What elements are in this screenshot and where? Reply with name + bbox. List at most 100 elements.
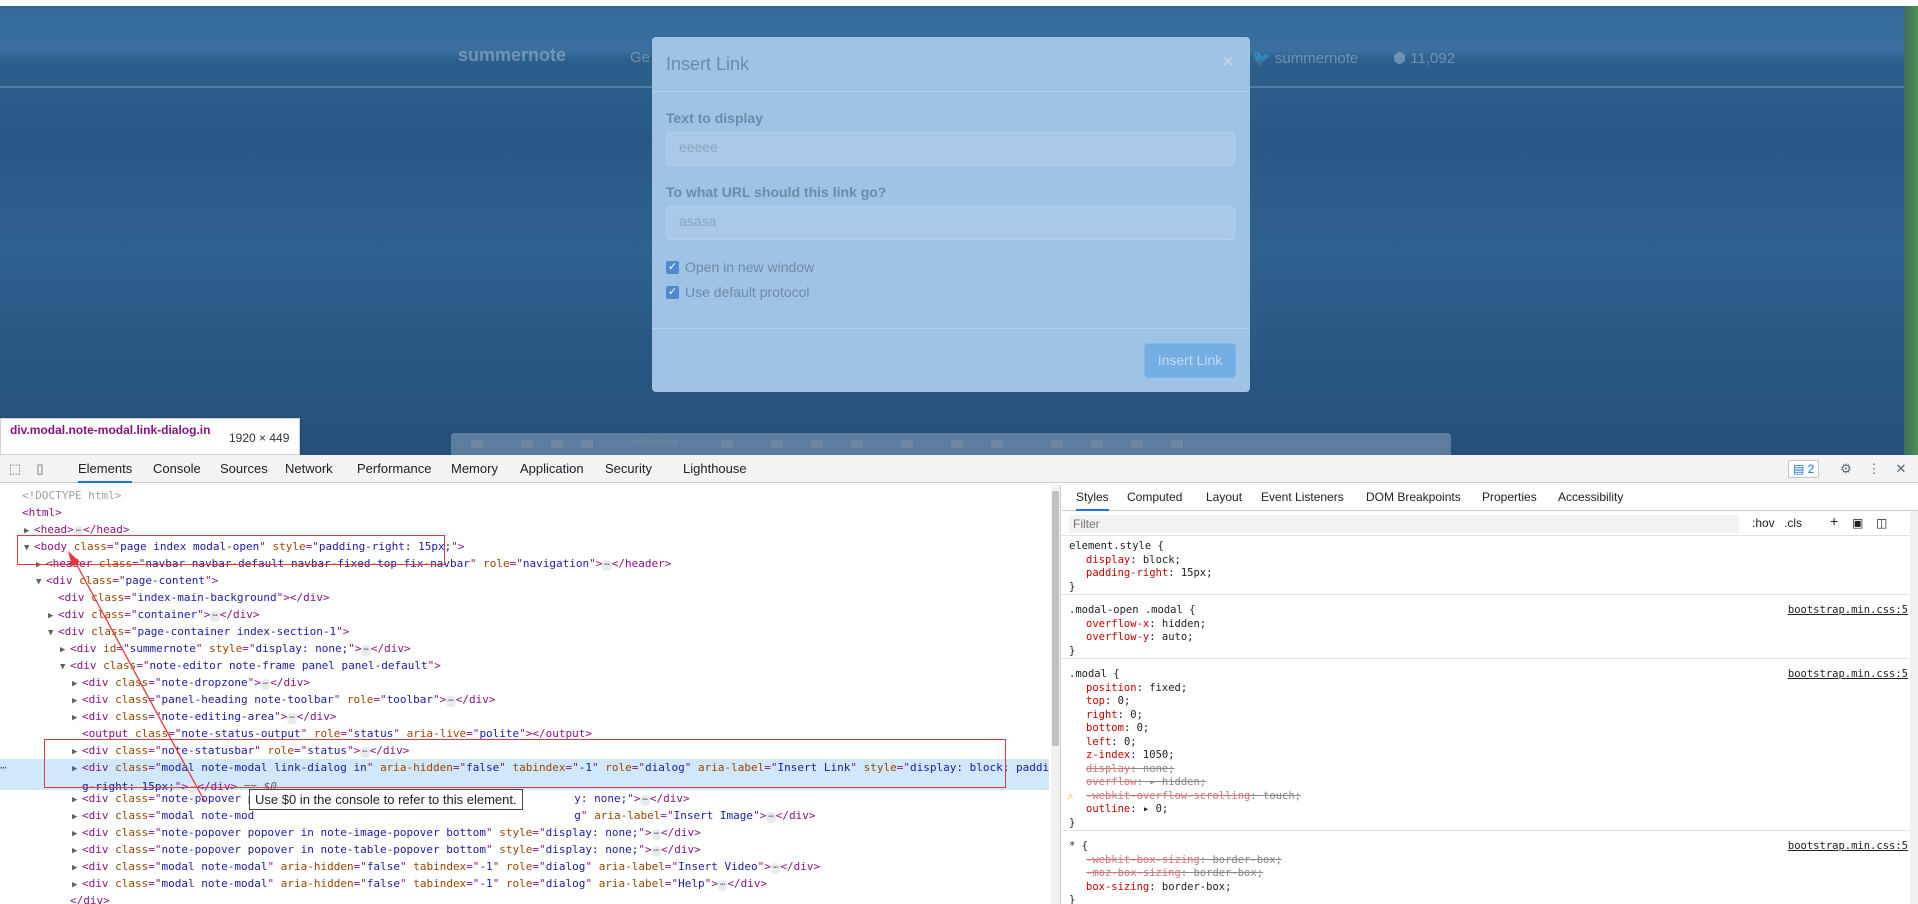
dom-node[interactable]: ▶ <div class="note-popover popover in not… <box>0 824 1049 841</box>
dom-node-selected[interactable]: ⋯ ▶ <div class="modal note-modal link-dial… <box>0 759 1049 794</box>
dom-node[interactable]: <!DOCTYPE html> <box>0 487 1049 504</box>
paint-brush-icon[interactable]: ▣ <box>1852 516 1863 530</box>
styles-tab-accessibility[interactable]: Accessibility <box>1558 484 1623 511</box>
inspect-element-icon[interactable]: ⬚ <box>7 461 23 477</box>
tab-network[interactable]: Network <box>285 455 333 483</box>
dom-node[interactable]: ▶ <div class="note-popover popover in not… <box>0 841 1049 858</box>
css-property-name[interactable]: overflow <box>1086 776 1137 788</box>
stylesheet-source-link[interactable]: bootstrap.min.css:5 <box>1788 604 1908 616</box>
dom-node[interactable]: ▼ <div class="note-editor note-frame pane… <box>0 657 1049 674</box>
dom-node[interactable]: ▼ <div class="page-container index-sectio… <box>0 623 1049 640</box>
more-options-icon[interactable]: ⋮ <box>1866 461 1882 477</box>
dom-node[interactable]: ▶ <div class="note-popover p y: none;"> ⋯ </… <box>0 790 1049 807</box>
css-property-value[interactable]: block; <box>1143 554 1181 566</box>
css-property-name[interactable]: display <box>1086 763 1130 775</box>
checkbox-checked-icon[interactable]: ✓ <box>666 260 679 274</box>
css-property-value[interactable]: ▸ 0; <box>1143 803 1168 815</box>
styles-tab-properties[interactable]: Properties <box>1482 484 1537 511</box>
dom-node[interactable]: ▼ <div class="page-content"> <box>0 572 1049 589</box>
url-input[interactable]: asasa <box>666 206 1235 240</box>
tab-performance[interactable]: Performance <box>357 455 431 483</box>
css-declaration[interactable]: box-sizing: border-box; <box>1062 881 1910 895</box>
tab-memory[interactable]: Memory <box>451 455 498 483</box>
css-property-value[interactable]: hidden; <box>1162 618 1206 630</box>
dom-node[interactable]: ▶ <div class="panel-heading note-toolbar"… <box>0 691 1049 708</box>
dom-tree-scrollbar[interactable] <box>1051 485 1060 904</box>
panel-divider[interactable] <box>1060 485 1061 904</box>
css-property-name[interactable]: -webkit-overflow-scrolling <box>1086 790 1250 802</box>
close-icon[interactable]: ✕ <box>1893 461 1909 477</box>
css-declaration[interactable]: ⚠ -webkit-overflow-scrolling: touch; <box>1062 790 1910 804</box>
css-selector[interactable]: .modal-open .modal { <box>1062 604 1910 618</box>
css-property-value[interactable]: border-box; <box>1162 881 1232 893</box>
dom-node[interactable]: ▶ <div class="note-statusbar" role="statu… <box>0 742 1049 759</box>
styles-tab-layout[interactable]: Layout <box>1206 484 1242 511</box>
css-property-name[interactable]: overflow-y <box>1086 631 1149 643</box>
css-declaration[interactable]: -moz-box-sizing: border-box; <box>1062 867 1910 881</box>
open-new-window-checkbox[interactable]: ✓ Open in new window <box>666 259 814 275</box>
css-selector[interactable]: * { <box>1062 840 1910 854</box>
css-property-name[interactable]: bottom <box>1086 722 1124 734</box>
css-property-name[interactable]: padding-right <box>1086 567 1168 579</box>
css-property-value[interactable]: border-box; <box>1193 867 1263 879</box>
toggle-sidebar-icon[interactable]: ◫ <box>1876 516 1887 530</box>
styles-scrollbar[interactable] <box>1910 511 1918 904</box>
css-declaration[interactable]: position: fixed; <box>1062 682 1910 696</box>
tab-application[interactable]: Application <box>520 455 584 483</box>
css-declaration[interactable]: padding-right: 15px; <box>1062 567 1910 581</box>
tab-elements[interactable]: Elements <box>78 455 133 483</box>
css-declaration[interactable]: display: block; <box>1062 554 1910 568</box>
dom-node[interactable]: ▶ <div class="modal note-modal" aria-hidd… <box>0 858 1049 875</box>
css-declaration[interactable]: top: 0; <box>1062 695 1910 709</box>
css-property-name[interactable]: -webkit-box-sizing <box>1086 854 1200 866</box>
css-declaration[interactable]: overflow: ▸ hidden; <box>1062 776 1910 790</box>
close-icon[interactable]: × <box>1222 51 1234 74</box>
css-property-value[interactable]: none; <box>1143 763 1175 775</box>
insert-link-button[interactable]: Insert Link <box>1144 343 1236 378</box>
css-selector[interactable]: .modal { <box>1062 668 1910 682</box>
css-property-value[interactable]: 0; <box>1118 695 1131 707</box>
css-property-value[interactable]: touch; <box>1263 790 1301 802</box>
tab-security[interactable]: Security <box>605 455 652 483</box>
default-protocol-checkbox[interactable]: ✓ Use default protocol <box>666 284 810 300</box>
stylesheet-source-link[interactable]: bootstrap.min.css:5 <box>1788 840 1908 852</box>
dom-node[interactable]: </div> <box>0 892 1049 904</box>
styles-tab-computed[interactable]: Computed <box>1127 484 1182 511</box>
device-toolbar-icon[interactable]: ▯ <box>32 461 48 477</box>
css-declaration[interactable]: outline: ▸ 0; <box>1062 803 1910 817</box>
dom-node[interactable]: ▶ <div class="modal note-modal" aria-hidd… <box>0 875 1049 892</box>
css-property-value[interactable]: 0; <box>1130 709 1143 721</box>
css-property-name[interactable]: left <box>1086 736 1111 748</box>
more-actions-icon[interactable]: ⋯ <box>0 759 7 776</box>
styles-tab-event-listeners[interactable]: Event Listeners <box>1261 484 1344 511</box>
css-property-value[interactable]: 15px; <box>1181 567 1213 579</box>
css-property-value[interactable]: border-box; <box>1212 854 1282 866</box>
dom-node[interactable]: ▶ <div id="summernote" style="display: no… <box>0 640 1049 657</box>
tab-lighthouse[interactable]: Lighthouse <box>683 455 747 483</box>
css-property-name[interactable]: box-sizing <box>1086 881 1149 893</box>
css-property-value[interactable]: auto; <box>1162 631 1194 643</box>
dom-node[interactable]: ▶ <header class="navbar navbar-default na… <box>0 555 1049 572</box>
css-property-name[interactable]: right <box>1086 709 1118 721</box>
dom-node[interactable]: <output class="note-status-output" role=… <box>0 725 1049 742</box>
gear-icon[interactable]: ⚙ <box>1838 461 1854 477</box>
css-property-name[interactable]: z-index <box>1086 749 1130 761</box>
css-declaration[interactable]: display: none; <box>1062 763 1910 777</box>
css-declaration[interactable]: bottom: 0; <box>1062 722 1910 736</box>
css-property-name[interactable]: top <box>1086 695 1105 707</box>
scrollbar-thumb[interactable] <box>1052 491 1059 746</box>
tab-console[interactable]: Console <box>153 455 201 483</box>
dom-node[interactable]: ▼ <body class="page index modal-open" sty… <box>0 538 1049 555</box>
css-property-name[interactable]: display <box>1086 554 1130 566</box>
css-property-value[interactable]: ▸ hidden; <box>1149 776 1206 788</box>
css-declaration[interactable]: left: 0; <box>1062 736 1910 750</box>
dom-node[interactable]: ▶ <div class="container"> ⋯ </div> <box>0 606 1049 623</box>
css-declaration[interactable]: right: 0; <box>1062 709 1910 723</box>
text-to-display-input[interactable]: eeeee <box>666 132 1235 166</box>
css-property-name[interactable]: overflow-x <box>1086 618 1149 630</box>
tab-sources[interactable]: Sources <box>220 455 268 483</box>
css-property-value[interactable]: 0; <box>1124 736 1137 748</box>
css-declaration[interactable]: overflow-x: hidden; <box>1062 618 1910 632</box>
dom-node[interactable]: <div class="index-main-background"></div… <box>0 589 1049 606</box>
css-declaration[interactable]: z-index: 1050; <box>1062 749 1910 763</box>
